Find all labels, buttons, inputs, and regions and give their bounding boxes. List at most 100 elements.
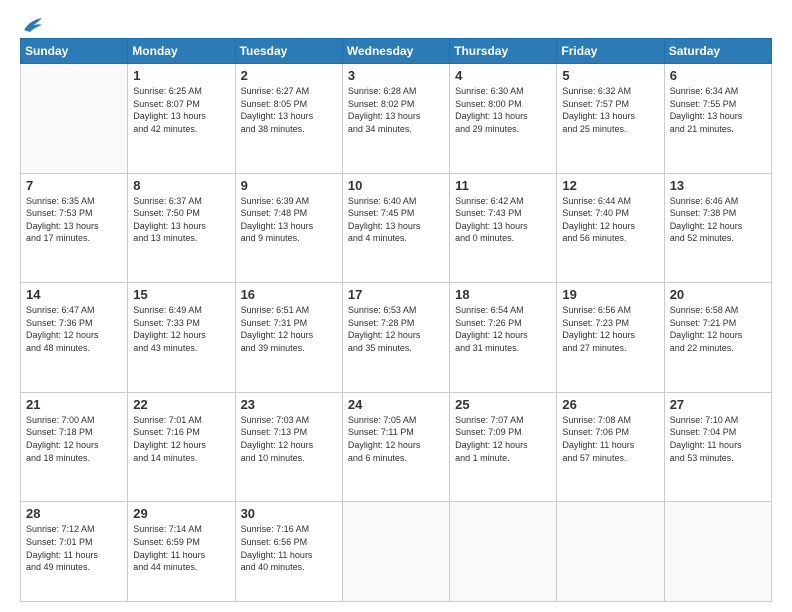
day-number: 13 xyxy=(670,178,766,193)
calendar-week-row: 7 Sunrise: 6:35 AM Sunset: 7:53 PM Daylig… xyxy=(21,173,772,283)
day-number: 7 xyxy=(26,178,122,193)
calendar-cell: 28 Sunrise: 7:12 AM Sunset: 7:01 PM Dayli… xyxy=(21,502,128,602)
weekday-header-wednesday: Wednesday xyxy=(342,39,449,64)
logo xyxy=(20,16,44,30)
weekday-header-thursday: Thursday xyxy=(450,39,557,64)
day-info: Sunrise: 7:05 AM Sunset: 7:11 PM Dayligh… xyxy=(348,414,444,464)
weekday-header-saturday: Saturday xyxy=(664,39,771,64)
day-info: Sunrise: 7:00 AM Sunset: 7:18 PM Dayligh… xyxy=(26,414,122,464)
day-number: 17 xyxy=(348,287,444,302)
day-info: Sunrise: 6:37 AM Sunset: 7:50 PM Dayligh… xyxy=(133,195,229,245)
day-number: 21 xyxy=(26,397,122,412)
day-number: 19 xyxy=(562,287,658,302)
page: SundayMondayTuesdayWednesdayThursdayFrid… xyxy=(0,0,792,612)
day-number: 28 xyxy=(26,506,122,521)
calendar-cell: 21 Sunrise: 7:00 AM Sunset: 7:18 PM Dayli… xyxy=(21,392,128,502)
day-number: 2 xyxy=(241,68,337,83)
day-info: Sunrise: 6:56 AM Sunset: 7:23 PM Dayligh… xyxy=(562,304,658,354)
calendar-cell xyxy=(21,64,128,174)
day-number: 10 xyxy=(348,178,444,193)
day-number: 15 xyxy=(133,287,229,302)
day-number: 6 xyxy=(670,68,766,83)
calendar-cell: 26 Sunrise: 7:08 AM Sunset: 7:06 PM Dayli… xyxy=(557,392,664,502)
calendar-cell: 20 Sunrise: 6:58 AM Sunset: 7:21 PM Dayli… xyxy=(664,283,771,393)
header xyxy=(20,16,772,30)
day-info: Sunrise: 7:08 AM Sunset: 7:06 PM Dayligh… xyxy=(562,414,658,464)
calendar-cell: 16 Sunrise: 6:51 AM Sunset: 7:31 PM Dayli… xyxy=(235,283,342,393)
day-number: 24 xyxy=(348,397,444,412)
calendar-cell: 22 Sunrise: 7:01 AM Sunset: 7:16 PM Dayli… xyxy=(128,392,235,502)
calendar-cell: 15 Sunrise: 6:49 AM Sunset: 7:33 PM Dayli… xyxy=(128,283,235,393)
day-number: 29 xyxy=(133,506,229,521)
day-info: Sunrise: 7:12 AM Sunset: 7:01 PM Dayligh… xyxy=(26,523,122,573)
calendar-cell: 23 Sunrise: 7:03 AM Sunset: 7:13 PM Dayli… xyxy=(235,392,342,502)
day-info: Sunrise: 6:49 AM Sunset: 7:33 PM Dayligh… xyxy=(133,304,229,354)
day-info: Sunrise: 7:16 AM Sunset: 6:56 PM Dayligh… xyxy=(241,523,337,573)
day-info: Sunrise: 7:07 AM Sunset: 7:09 PM Dayligh… xyxy=(455,414,551,464)
day-number: 25 xyxy=(455,397,551,412)
day-number: 18 xyxy=(455,287,551,302)
day-number: 3 xyxy=(348,68,444,83)
day-info: Sunrise: 6:44 AM Sunset: 7:40 PM Dayligh… xyxy=(562,195,658,245)
day-info: Sunrise: 6:53 AM Sunset: 7:28 PM Dayligh… xyxy=(348,304,444,354)
calendar-cell: 25 Sunrise: 7:07 AM Sunset: 7:09 PM Dayli… xyxy=(450,392,557,502)
day-info: Sunrise: 6:42 AM Sunset: 7:43 PM Dayligh… xyxy=(455,195,551,245)
calendar-cell: 9 Sunrise: 6:39 AM Sunset: 7:48 PM Daylig… xyxy=(235,173,342,283)
day-number: 9 xyxy=(241,178,337,193)
day-info: Sunrise: 7:14 AM Sunset: 6:59 PM Dayligh… xyxy=(133,523,229,573)
calendar-cell: 12 Sunrise: 6:44 AM Sunset: 7:40 PM Dayli… xyxy=(557,173,664,283)
day-info: Sunrise: 6:46 AM Sunset: 7:38 PM Dayligh… xyxy=(670,195,766,245)
calendar-cell xyxy=(342,502,449,602)
day-info: Sunrise: 6:30 AM Sunset: 8:00 PM Dayligh… xyxy=(455,85,551,135)
day-number: 23 xyxy=(241,397,337,412)
day-number: 27 xyxy=(670,397,766,412)
weekday-header-sunday: Sunday xyxy=(21,39,128,64)
day-number: 5 xyxy=(562,68,658,83)
day-number: 8 xyxy=(133,178,229,193)
day-number: 22 xyxy=(133,397,229,412)
day-info: Sunrise: 6:27 AM Sunset: 8:05 PM Dayligh… xyxy=(241,85,337,135)
day-info: Sunrise: 6:35 AM Sunset: 7:53 PM Dayligh… xyxy=(26,195,122,245)
day-number: 20 xyxy=(670,287,766,302)
calendar-cell: 8 Sunrise: 6:37 AM Sunset: 7:50 PM Daylig… xyxy=(128,173,235,283)
calendar-cell xyxy=(664,502,771,602)
day-number: 30 xyxy=(241,506,337,521)
calendar-cell xyxy=(450,502,557,602)
day-info: Sunrise: 6:58 AM Sunset: 7:21 PM Dayligh… xyxy=(670,304,766,354)
day-info: Sunrise: 6:25 AM Sunset: 8:07 PM Dayligh… xyxy=(133,85,229,135)
calendar-cell: 27Sunrise: 7:10 AM Sunset: 7:04 PM Dayli… xyxy=(664,392,771,502)
calendar-week-row: 28 Sunrise: 7:12 AM Sunset: 7:01 PM Dayli… xyxy=(21,502,772,602)
calendar-cell: 18 Sunrise: 6:54 AM Sunset: 7:26 PM Dayli… xyxy=(450,283,557,393)
day-info: Sunrise: 6:47 AM Sunset: 7:36 PM Dayligh… xyxy=(26,304,122,354)
day-info: Sunrise: 6:32 AM Sunset: 7:57 PM Dayligh… xyxy=(562,85,658,135)
day-info: Sunrise: 7:03 AM Sunset: 7:13 PM Dayligh… xyxy=(241,414,337,464)
calendar-cell: 30 Sunrise: 7:16 AM Sunset: 6:56 PM Dayli… xyxy=(235,502,342,602)
calendar-cell: 4Sunrise: 6:30 AM Sunset: 8:00 PM Daylig… xyxy=(450,64,557,174)
day-info: Sunrise: 7:01 AM Sunset: 7:16 PM Dayligh… xyxy=(133,414,229,464)
day-info: Sunrise: 6:51 AM Sunset: 7:31 PM Dayligh… xyxy=(241,304,337,354)
weekday-header-friday: Friday xyxy=(557,39,664,64)
day-info: Sunrise: 6:28 AM Sunset: 8:02 PM Dayligh… xyxy=(348,85,444,135)
logo-bird-icon xyxy=(22,16,44,34)
day-info: Sunrise: 6:54 AM Sunset: 7:26 PM Dayligh… xyxy=(455,304,551,354)
calendar-cell: 1Sunrise: 6:25 AM Sunset: 8:07 PM Daylig… xyxy=(128,64,235,174)
weekday-header-monday: Monday xyxy=(128,39,235,64)
calendar-week-row: 21 Sunrise: 7:00 AM Sunset: 7:18 PM Dayli… xyxy=(21,392,772,502)
calendar-cell: 19 Sunrise: 6:56 AM Sunset: 7:23 PM Dayli… xyxy=(557,283,664,393)
calendar-cell: 2 Sunrise: 6:27 AM Sunset: 8:05 PM Daylig… xyxy=(235,64,342,174)
calendar-cell xyxy=(557,502,664,602)
day-number: 26 xyxy=(562,397,658,412)
calendar-week-row: 1Sunrise: 6:25 AM Sunset: 8:07 PM Daylig… xyxy=(21,64,772,174)
calendar-cell: 5 Sunrise: 6:32 AM Sunset: 7:57 PM Daylig… xyxy=(557,64,664,174)
calendar-cell: 7 Sunrise: 6:35 AM Sunset: 7:53 PM Daylig… xyxy=(21,173,128,283)
calendar-cell: 29 Sunrise: 7:14 AM Sunset: 6:59 PM Dayli… xyxy=(128,502,235,602)
calendar-cell: 11 Sunrise: 6:42 AM Sunset: 7:43 PM Dayli… xyxy=(450,173,557,283)
day-number: 12 xyxy=(562,178,658,193)
day-number: 16 xyxy=(241,287,337,302)
day-info: Sunrise: 6:34 AM Sunset: 7:55 PM Dayligh… xyxy=(670,85,766,135)
weekday-header-row: SundayMondayTuesdayWednesdayThursdayFrid… xyxy=(21,39,772,64)
weekday-header-tuesday: Tuesday xyxy=(235,39,342,64)
day-number: 11 xyxy=(455,178,551,193)
day-info: Sunrise: 6:39 AM Sunset: 7:48 PM Dayligh… xyxy=(241,195,337,245)
day-info: Sunrise: 6:40 AM Sunset: 7:45 PM Dayligh… xyxy=(348,195,444,245)
